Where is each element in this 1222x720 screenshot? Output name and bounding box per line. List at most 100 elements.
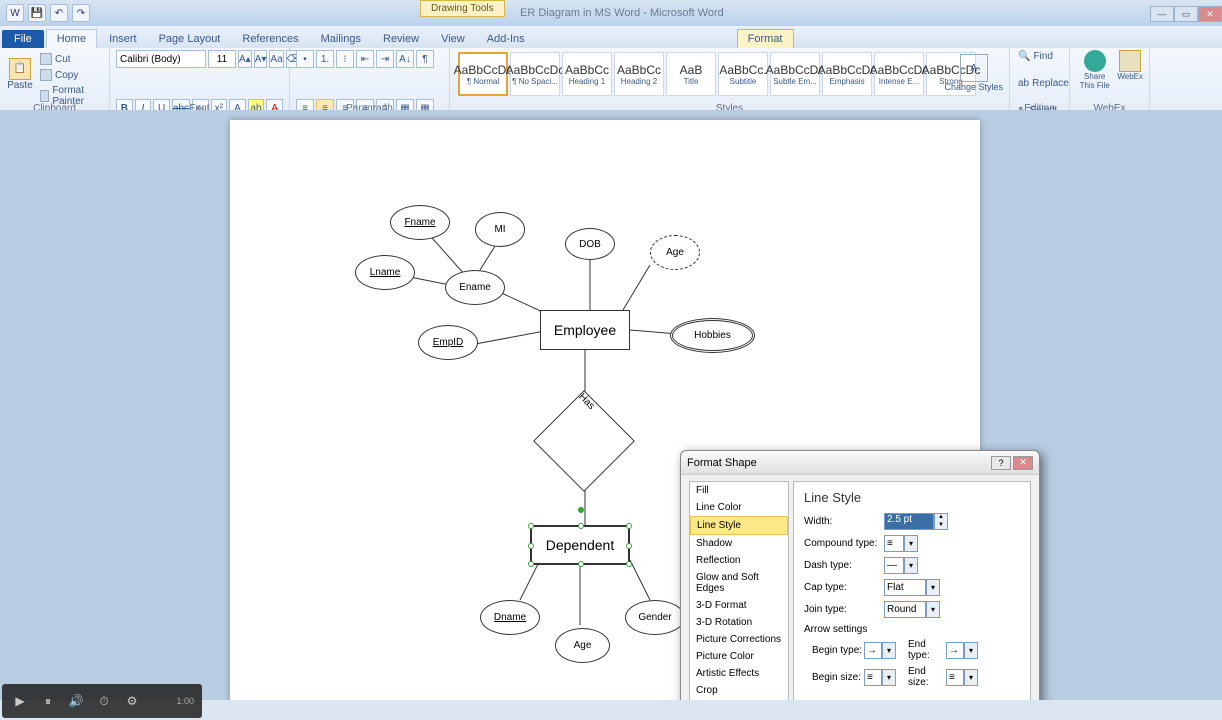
category-text-box[interactable]: Text Box: [690, 699, 788, 700]
tab-view[interactable]: View: [431, 30, 475, 48]
category-glow-and-soft-edges[interactable]: Glow and Soft Edges: [690, 569, 788, 597]
font-size-combo[interactable]: [208, 50, 236, 68]
find-button[interactable]: 🔍Find: [1016, 50, 1063, 63]
restore-button[interactable]: ▭: [1174, 6, 1198, 22]
category-reflection[interactable]: Reflection: [690, 552, 788, 569]
style-subtitle[interactable]: AaBbCc.Subtitle: [718, 52, 768, 96]
tab-insert[interactable]: Insert: [99, 30, 147, 48]
dash-dropdown[interactable]: —: [884, 557, 904, 574]
join-dropdown-arrow[interactable]: ▾: [926, 601, 940, 618]
change-case-button[interactable]: Aa: [269, 50, 283, 68]
compound-label: Compound type:: [804, 538, 884, 549]
category-shadow[interactable]: Shadow: [690, 535, 788, 552]
attr-mi[interactable]: MI: [475, 212, 525, 247]
entity-dependent[interactable]: Dependent: [530, 525, 630, 565]
style-emphasis[interactable]: AaBbCcDcEmphasis: [822, 52, 872, 96]
end-size-dropdown[interactable]: ≡: [946, 669, 964, 686]
end-type-dropdown[interactable]: →: [946, 642, 964, 659]
volume-icon[interactable]: 🔊: [66, 691, 86, 711]
category-crop[interactable]: Crop: [690, 682, 788, 699]
tab-mailings[interactable]: Mailings: [311, 30, 371, 48]
cap-dropdown[interactable]: Flat: [884, 579, 926, 596]
category-3-d-rotation[interactable]: 3-D Rotation: [690, 614, 788, 631]
decrease-indent-button[interactable]: ⇤: [356, 50, 374, 68]
width-spinner[interactable]: ▲▼: [934, 513, 948, 530]
category-picture-color[interactable]: Picture Color: [690, 648, 788, 665]
tab-references[interactable]: References: [232, 30, 308, 48]
tab-addins[interactable]: Add-Ins: [477, 30, 535, 48]
category-line-style[interactable]: Line Style: [690, 516, 788, 535]
style--normal[interactable]: AaBbCcDc¶ Normal: [458, 52, 508, 96]
close-button[interactable]: ✕: [1198, 6, 1222, 22]
category-fill[interactable]: Fill: [690, 482, 788, 499]
style-intense-e-[interactable]: AaBbCcDcIntense E...: [874, 52, 924, 96]
compound-dropdown[interactable]: ≡: [884, 535, 904, 552]
cc-icon[interactable]: ⏱: [94, 691, 114, 711]
attr-ename[interactable]: Ename: [445, 270, 505, 305]
category-picture-corrections[interactable]: Picture Corrections: [690, 631, 788, 648]
attr-dname[interactable]: Dname: [480, 600, 540, 635]
word-icon: W: [6, 4, 24, 22]
find-icon: 🔍: [1018, 51, 1030, 62]
tab-file[interactable]: File: [2, 30, 44, 48]
style-heading-1[interactable]: AaBbCcHeading 1: [562, 52, 612, 96]
save-icon[interactable]: 💾: [28, 4, 46, 22]
tab-page-layout[interactable]: Page Layout: [149, 30, 231, 48]
dialog-close-icon[interactable]: ✕: [1013, 456, 1033, 470]
attr-empid[interactable]: EmpID: [418, 325, 478, 360]
line-style-panel: Line Style Width: 2.5 pt ▲▼ Compound typ…: [793, 481, 1031, 700]
playback-bar: ▶ ⏸ 🔊 ⏱ ⚙ 1:00: [2, 684, 202, 718]
cut-button[interactable]: Cut: [38, 52, 103, 66]
join-dropdown[interactable]: Round: [884, 601, 926, 618]
minimize-button[interactable]: —: [1150, 6, 1174, 22]
bullets-button[interactable]: •: [296, 50, 314, 68]
entity-employee[interactable]: Employee: [540, 310, 630, 350]
attr-age-derived[interactable]: Age: [650, 235, 700, 270]
cap-dropdown-arrow[interactable]: ▾: [926, 579, 940, 596]
style-heading-2[interactable]: AaBbCcHeading 2: [614, 52, 664, 96]
redo-icon[interactable]: ↷: [72, 4, 90, 22]
compound-dropdown-arrow[interactable]: ▾: [904, 535, 918, 552]
relationship-has[interactable]: Has: [548, 405, 620, 477]
share-file-button[interactable]: Share This File: [1076, 50, 1113, 90]
settings-icon[interactable]: ⚙: [122, 691, 142, 711]
copy-button[interactable]: Copy: [38, 68, 103, 82]
increase-indent-button[interactable]: ⇥: [376, 50, 394, 68]
category-artistic-effects[interactable]: Artistic Effects: [690, 665, 788, 682]
undo-icon[interactable]: ↶: [50, 4, 68, 22]
grow-font-button[interactable]: A▴: [238, 50, 252, 68]
play-icon[interactable]: ▶: [10, 691, 30, 711]
attr-gender[interactable]: Gender: [625, 600, 685, 635]
paste-button[interactable]: 📋 Paste: [6, 50, 34, 98]
tab-home[interactable]: Home: [46, 29, 97, 48]
webex-button[interactable]: WebEx: [1117, 50, 1143, 90]
category-3-d-format[interactable]: 3-D Format: [690, 597, 788, 614]
style-title[interactable]: AaBTitle: [666, 52, 716, 96]
dialog-help-button[interactable]: ?: [991, 456, 1011, 470]
shrink-font-button[interactable]: A▾: [254, 50, 268, 68]
attr-hobbies[interactable]: Hobbies: [670, 318, 755, 353]
attr-age[interactable]: Age: [555, 628, 610, 663]
dash-dropdown-arrow[interactable]: ▾: [904, 557, 918, 574]
multilevel-button[interactable]: ⁝: [336, 50, 354, 68]
font-name-combo[interactable]: [116, 50, 206, 68]
attr-fname[interactable]: Fname: [390, 205, 450, 240]
begin-type-dropdown[interactable]: →: [864, 642, 882, 659]
attr-lname[interactable]: Lname: [355, 255, 415, 290]
change-styles-button[interactable]: A: [960, 54, 988, 82]
replace-button[interactable]: abReplace: [1016, 77, 1063, 90]
tab-format[interactable]: Format: [737, 29, 794, 48]
width-input[interactable]: 2.5 pt: [884, 513, 934, 530]
category-line-color[interactable]: Line Color: [690, 499, 788, 516]
begin-size-dropdown[interactable]: ≡: [864, 669, 882, 686]
style--no-spaci-[interactable]: AaBbCcDc¶ No Spaci...: [510, 52, 560, 96]
style-subtle-em-[interactable]: AaBbCcDcSubtle Em...: [770, 52, 820, 96]
tab-review[interactable]: Review: [373, 30, 429, 48]
show-marks-button[interactable]: ¶: [416, 50, 434, 68]
dialog-titlebar[interactable]: Format Shape ? ✕: [681, 451, 1039, 475]
numbering-button[interactable]: 1.: [316, 50, 334, 68]
attr-dob[interactable]: DOB: [565, 228, 615, 260]
quick-access-toolbar: W 💾 ↶ ↷: [0, 4, 96, 22]
pause-icon[interactable]: ⏸: [38, 691, 58, 711]
sort-button[interactable]: A↓: [396, 50, 414, 68]
